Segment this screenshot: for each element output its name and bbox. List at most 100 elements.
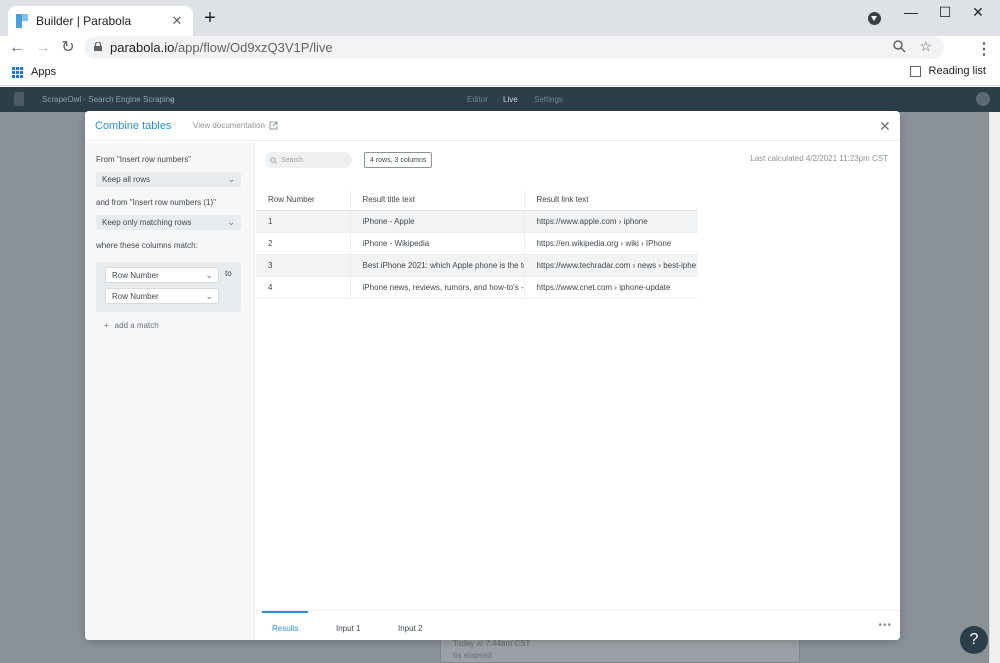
keep-matching-select[interactable]: Keep only matching rows ⌄: [96, 215, 241, 230]
match-left-value: Row Number: [112, 271, 159, 280]
minimize-button[interactable]: —: [896, 4, 926, 20]
browser-tab[interactable]: Builder | Parabola ✕: [8, 6, 193, 36]
table-cell[interactable]: 3: [256, 254, 350, 277]
modal-header: Combine tables View documentation ✕: [85, 111, 900, 141]
table-row: 2 iPhone - Wikipedia https://en.wikipedi…: [256, 232, 698, 255]
tab-results[interactable]: Results: [272, 624, 299, 633]
page-scrollbar[interactable]: [989, 112, 1000, 663]
add-match-button[interactable]: + add a match: [104, 321, 159, 330]
run-elapsed: 6s elapsed: [453, 651, 492, 660]
keep-rows-select[interactable]: Keep all rows ⌄: [96, 172, 241, 187]
forward-icon[interactable]: →: [34, 39, 52, 57]
tab-input-1[interactable]: Input 1: [336, 624, 360, 633]
maximize-button[interactable]: ☐: [930, 4, 960, 21]
table-cell[interactable]: 2: [256, 232, 350, 255]
chevron-down-icon: ⌄: [205, 270, 213, 280]
zoom-icon[interactable]: [892, 39, 906, 53]
active-tab-indicator: [262, 611, 308, 613]
browser-toolbar: ← → ↻ parabola.io/app/flow/Od9xzQ3V1P/li…: [0, 36, 1000, 60]
reading-list-icon: [909, 65, 921, 77]
table-cell[interactable]: iPhone - Wikipedia: [349, 232, 524, 255]
url-text: parabola.io/app/flow/Od9xzQ3V1P/live: [110, 40, 333, 55]
browser-menu-icon[interactable]: ⋮: [976, 39, 992, 59]
more-options-icon[interactable]: •••: [878, 620, 892, 631]
search-input[interactable]: Search: [265, 152, 352, 168]
nav-settings[interactable]: Settings: [534, 95, 563, 104]
match-right-value: Row Number: [112, 292, 159, 301]
results-table: Row Number Result title text Result link…: [256, 190, 698, 299]
help-button[interactable]: ?: [960, 626, 988, 654]
table-row: 4 iPhone news, reviews, rumors, and how-…: [256, 276, 698, 299]
profile-menu-icon[interactable]: [868, 12, 881, 25]
tab-close-icon[interactable]: ✕: [169, 13, 185, 29]
reading-list-button[interactable]: Reading list: [909, 65, 986, 77]
reading-list-label: Reading list: [928, 65, 986, 77]
new-tab-button[interactable]: +: [200, 8, 220, 28]
table-cell[interactable]: iPhone news, reviews, rumors, and how-to…: [349, 276, 524, 299]
search-icon: [270, 156, 277, 164]
results-panel: Search 4 rows, 3 columns Last calculated…: [256, 142, 900, 610]
search-placeholder: Search: [281, 156, 304, 164]
address-bar[interactable]: parabola.io/app/flow/Od9xzQ3V1P/live ☆: [84, 36, 944, 59]
combine-tables-modal: Combine tables View documentation ✕ From…: [85, 111, 900, 640]
reload-icon[interactable]: ↻: [59, 39, 77, 57]
bookmarks-bar: Apps Reading list: [0, 60, 1000, 86]
table-cell[interactable]: https://www.cnet.com › iphone-update: [523, 276, 698, 299]
flow-chevron-icon[interactable]: ⌄: [168, 93, 176, 104]
view-documentation-link[interactable]: View documentation: [193, 121, 278, 130]
app-navbar: ScrapeOwl - Search Engine Scraping ⌄ Edi…: [0, 87, 1000, 112]
close-window-button[interactable]: ✕: [963, 4, 993, 21]
keep-matching-value: Keep only matching rows: [102, 218, 192, 227]
table-cell[interactable]: Best iPhone 2021: which Apple phone is t…: [349, 254, 524, 277]
chevron-down-icon: ⌄: [227, 174, 235, 184]
from-label: From "Insert row numbers": [96, 155, 192, 164]
table-cell[interactable]: https://en.wikipedia.org › wiki › IPhone: [523, 232, 698, 255]
match-left-column-select[interactable]: Row Number ⌄: [105, 267, 219, 283]
nav-editor[interactable]: Editor: [467, 95, 488, 104]
tab-input-2[interactable]: Input 2: [398, 624, 422, 633]
keep-rows-value: Keep all rows: [102, 175, 151, 184]
settings-panel: From "Insert row numbers" Keep all rows …: [85, 142, 255, 640]
apps-shortcut[interactable]: Apps: [12, 66, 56, 78]
modal-close-icon[interactable]: ✕: [879, 118, 891, 135]
lock-icon: [94, 42, 102, 51]
bookmark-star-icon[interactable]: ☆: [919, 38, 932, 55]
parabola-logo-icon[interactable]: [14, 92, 24, 106]
apps-grid-icon: [12, 66, 23, 78]
flow-name[interactable]: ScrapeOwl - Search Engine Scraping: [42, 95, 175, 104]
add-match-label: add a match: [114, 321, 159, 330]
match-rule: Row Number ⌄ to Row Number ⌄: [96, 262, 241, 312]
to-label: to: [225, 269, 232, 278]
table-header-row: Row Number Result title text Result link…: [256, 190, 698, 211]
column-header[interactable]: Result title text: [349, 190, 524, 211]
table-cell[interactable]: https://www.apple.com › iphone: [523, 210, 698, 233]
match-right-column-select[interactable]: Row Number ⌄: [105, 288, 219, 304]
user-avatar[interactable]: [976, 92, 990, 106]
external-link-icon: [269, 121, 278, 130]
run-time: Today at 7:44am CST: [453, 639, 531, 648]
table-row: 3 Best iPhone 2021: which Apple phone is…: [256, 254, 698, 277]
chevron-down-icon: ⌄: [227, 217, 235, 227]
parabola-favicon-icon: [16, 14, 28, 28]
last-calculated: Last calculated 4/2/2021 11:23pm CST: [750, 154, 888, 163]
apps-label: Apps: [31, 66, 57, 78]
where-label: where these columns match:: [96, 241, 198, 250]
modal-title: Combine tables: [95, 120, 172, 132]
table-row: 1 iPhone - Apple https://www.apple.com ›…: [256, 210, 698, 233]
row-count-badge: 4 rows, 3 columns: [364, 152, 433, 168]
browser-tabstrip: Builder | Parabola ✕ + — ☐ ✕: [0, 0, 1000, 36]
tab-title: Builder | Parabola: [36, 14, 132, 28]
table-cell[interactable]: iPhone - Apple: [349, 210, 524, 233]
table-cell[interactable]: 4: [256, 276, 350, 299]
chevron-down-icon: ⌄: [205, 291, 213, 301]
results-footer: Results Input 1 Input 2 •••: [256, 610, 900, 640]
column-header[interactable]: Result link text: [523, 190, 698, 211]
back-icon[interactable]: ←: [8, 39, 26, 57]
plus-icon: +: [104, 321, 109, 330]
nav-live[interactable]: Live: [503, 95, 518, 104]
view-doc-label: View documentation: [193, 121, 265, 130]
column-header[interactable]: Row Number: [256, 190, 350, 211]
table-cell[interactable]: https://www.techradar.com › news › best-…: [523, 254, 698, 277]
table-cell[interactable]: 1: [256, 210, 350, 233]
and-from-label: and from "Insert row numbers (1)": [96, 198, 216, 207]
